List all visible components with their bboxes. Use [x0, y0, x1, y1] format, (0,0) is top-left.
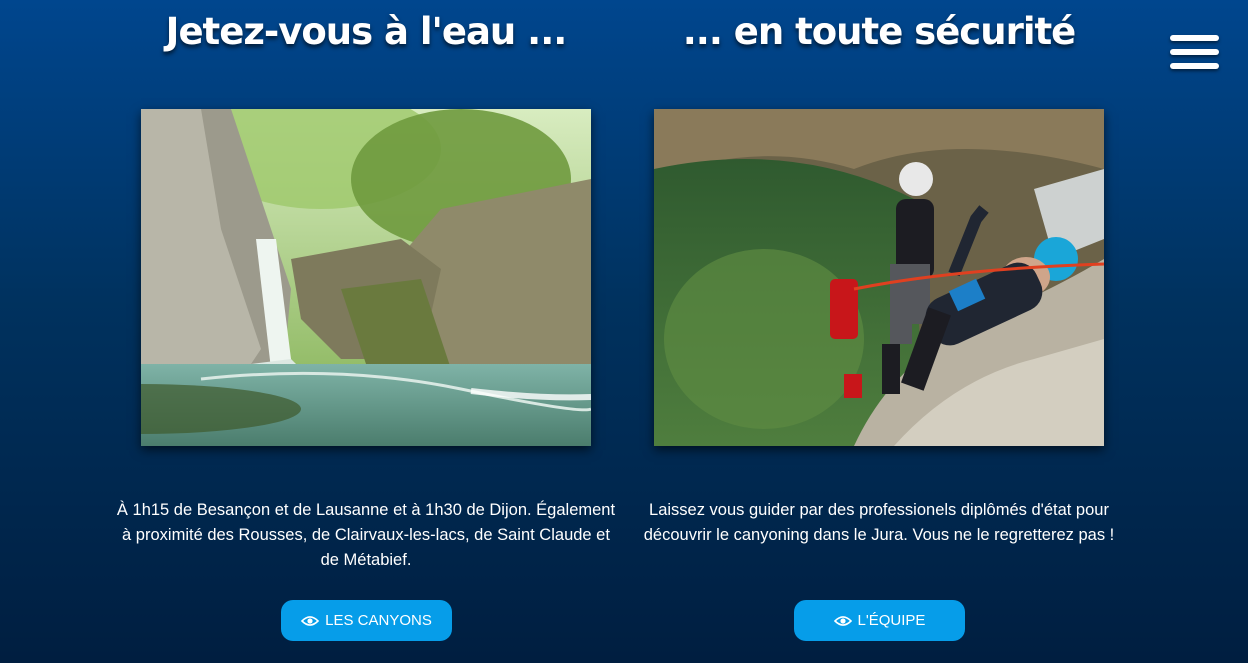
- les-canyons-button-label: LES CANYONS: [325, 612, 432, 629]
- hamburger-menu-icon-bar: [1170, 63, 1219, 69]
- menu-button[interactable]: [1170, 35, 1219, 69]
- l-equipe-button-label: L'ÉQUIPE: [857, 612, 926, 629]
- section-description: À 1h15 de Besançon et de Lausanne et à 1…: [116, 501, 616, 569]
- les-canyons-button[interactable]: LES CANYONS: [281, 600, 452, 641]
- section-title: Jetez-vous à l'eau ...: [165, 10, 568, 53]
- section-title: ... en toute sécurité: [682, 10, 1077, 53]
- section-description: Laissez vous guider par des professionel…: [643, 501, 1115, 544]
- eye-icon: [833, 615, 852, 626]
- hamburger-menu-icon: [1170, 35, 1219, 41]
- l-equipe-button[interactable]: L'ÉQUIPE: [794, 600, 965, 641]
- eye-icon: [301, 615, 320, 626]
- canyon-waterfall-photo: [141, 109, 591, 446]
- hamburger-menu-icon-bar: [1170, 49, 1219, 55]
- canyoning-guides-photo: [654, 109, 1104, 446]
